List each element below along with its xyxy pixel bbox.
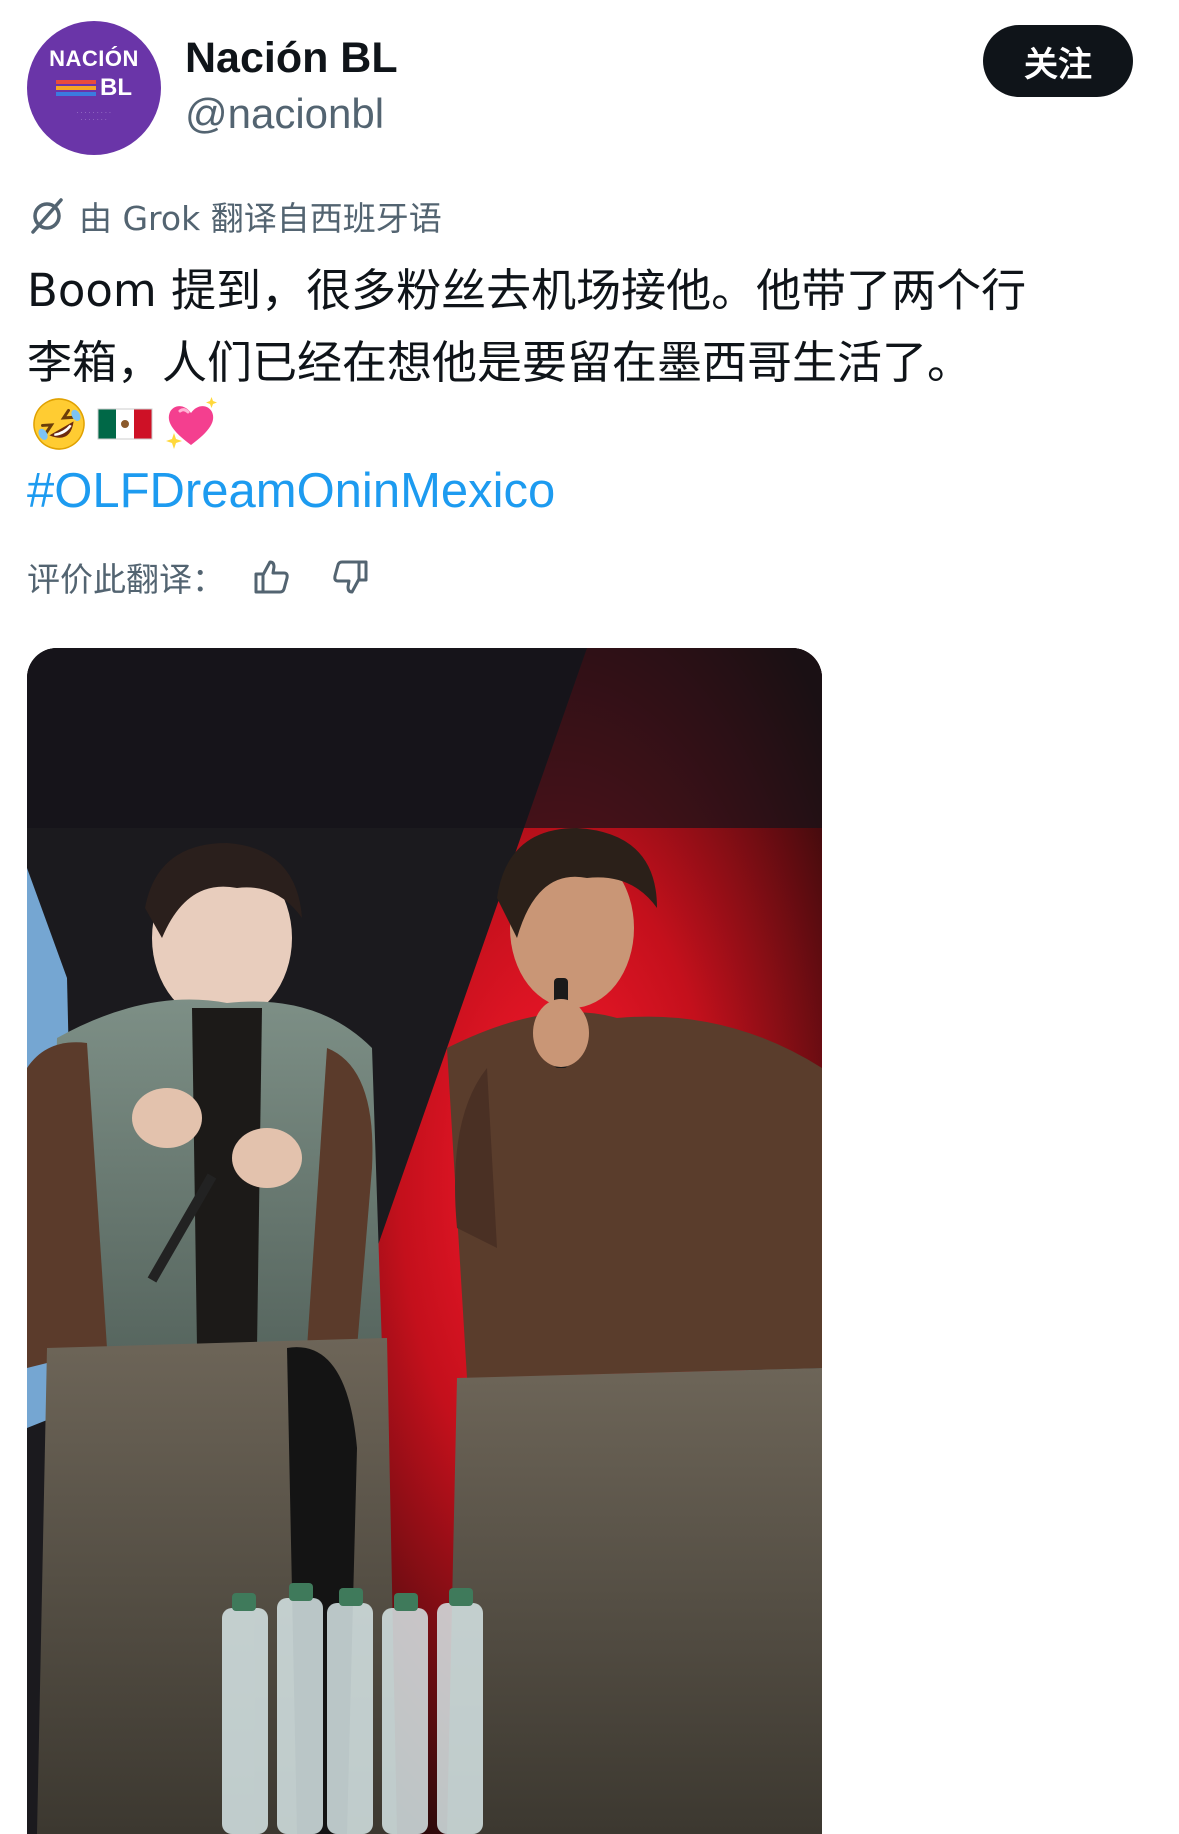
stage-photo bbox=[27, 648, 822, 1834]
rate-translation-label: 评价此翻译： bbox=[27, 560, 225, 599]
tweet-text-line: 李箱，人们已经在想他是要留在墨西哥生活了。 bbox=[27, 336, 973, 389]
translation-note: 由 Grok 翻译自西班牙语 bbox=[27, 194, 442, 238]
tweet-text: Boom 提到，很多粉丝去机场接他。他带了两个行 李箱，人们已经在想他是要留在墨… bbox=[27, 255, 1162, 399]
hashtag-link[interactable]: #OLFDreamOninMexico bbox=[27, 463, 555, 519]
thumbs-down-icon bbox=[333, 560, 368, 594]
display-name[interactable]: Nación BL bbox=[185, 34, 398, 83]
thumbs-up-icon bbox=[254, 560, 289, 594]
mexico-flag-emoji bbox=[97, 408, 153, 440]
tweet-photo[interactable] bbox=[27, 648, 822, 1834]
user-handle[interactable]: @nacionbl bbox=[185, 90, 384, 138]
avatar[interactable]: NACIÓN BL · · · · · · · · · · · · · · · · bbox=[27, 21, 161, 155]
follow-button[interactable]: 关注 bbox=[983, 25, 1133, 97]
translation-note-text: 由 Grok 翻译自西班牙语 bbox=[79, 199, 442, 238]
avatar-logo-row: BL bbox=[56, 74, 132, 102]
grok-icon bbox=[31, 198, 63, 234]
thumbs-down-button[interactable] bbox=[325, 552, 375, 602]
avatar-logo-bl: BL bbox=[100, 74, 132, 101]
rolling-on-floor-laughing-emoji bbox=[33, 398, 85, 450]
thumbs-up-button[interactable] bbox=[247, 552, 297, 602]
avatar-logo-tagline: · · · · · · · · · · · · · · · · bbox=[76, 110, 112, 123]
tweet-text-line: Boom 提到，很多粉丝去机场接他。他带了两个行 bbox=[27, 264, 1027, 317]
emoji-row bbox=[30, 395, 220, 453]
avatar-logo-text: NACIÓN bbox=[49, 46, 139, 71]
rate-translation: 评价此翻译： bbox=[27, 552, 375, 602]
sparkling-heart-emoji bbox=[166, 397, 217, 449]
rainbow-stripes-icon bbox=[56, 80, 96, 96]
